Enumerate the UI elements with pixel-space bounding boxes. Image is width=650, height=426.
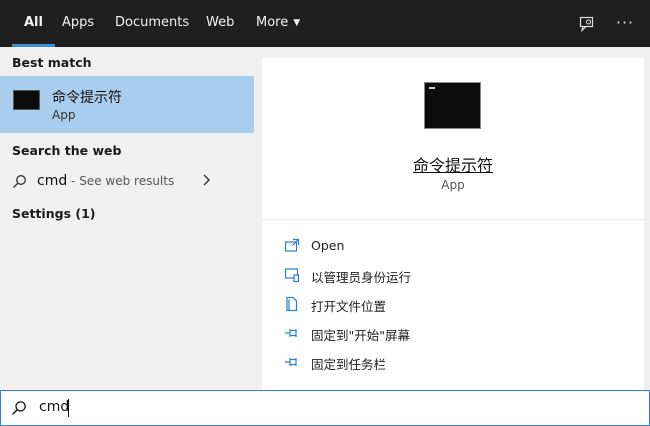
tab-web[interactable]: Web [206, 0, 234, 47]
action-pin-to-taskbar-label: 固定到任务栏 [311, 357, 387, 372]
open-icon [284, 238, 300, 252]
search-icon [12, 174, 27, 193]
more-options-icon[interactable]: ··· [612, 0, 638, 47]
action-run-as-admin-label: 以管理员身份运行 [311, 270, 412, 285]
preview-pane: 命令提示符 App Open 以管理员身份运行 打开文件位置 固定到"开始"屏幕 [262, 58, 644, 390]
tab-more[interactable]: More ▼ [256, 0, 300, 47]
preview-divider [262, 219, 644, 220]
action-open-file-location-label: 打开文件位置 [311, 299, 387, 314]
preview-subtitle: App [441, 178, 465, 192]
results-pane: Best match 命令提示符 App Search the web cmd … [0, 47, 262, 390]
chevron-right-icon[interactable] [202, 173, 212, 191]
tab-all[interactable]: All [12, 0, 55, 47]
search-input[interactable]: cmd [39, 399, 69, 415]
tab-documents-label: Documents [115, 15, 190, 30]
best-match-item[interactable]: 命令提示符 App [0, 76, 254, 133]
best-match-heading: Best match [12, 55, 92, 70]
action-open-label: Open [311, 238, 345, 253]
tab-all-label: All [24, 15, 43, 30]
web-result-text: cmd - See web results [37, 173, 174, 189]
search-web-heading: Search the web [12, 143, 122, 158]
web-result-hint: - See web results [67, 174, 175, 188]
best-match-subtitle: App [52, 108, 76, 122]
run-as-admin-icon [284, 268, 300, 283]
action-pin-to-start-label: 固定到"开始"屏幕 [311, 328, 410, 343]
web-result-query: cmd [37, 173, 68, 189]
search-box[interactable]: cmd [0, 390, 650, 426]
web-result-item[interactable]: cmd - See web results [0, 168, 254, 196]
tab-documents[interactable]: Documents [115, 0, 189, 47]
pin-start-icon [285, 329, 297, 337]
file-location-icon [286, 296, 298, 312]
feedback-icon[interactable] [576, 0, 598, 47]
terminal-icon-large [424, 82, 481, 129]
tab-web-label: Web [206, 15, 235, 30]
terminal-icon [13, 90, 40, 110]
pin-taskbar-icon [285, 358, 297, 366]
text-caret [68, 399, 69, 417]
settings-heading[interactable]: Settings (1) [12, 206, 95, 221]
preview-title[interactable]: 命令提示符 [262, 152, 644, 176]
tab-apps-label: Apps [62, 15, 95, 30]
search-icon [11, 400, 27, 420]
search-top-bar: All Apps Documents Web More ▼ ··· [0, 0, 650, 47]
chevron-down-icon: ▼ [293, 18, 301, 28]
tab-more-label: More [256, 15, 289, 30]
best-match-title: 命令提示符 [52, 90, 122, 106]
tab-apps[interactable]: Apps [62, 0, 94, 47]
